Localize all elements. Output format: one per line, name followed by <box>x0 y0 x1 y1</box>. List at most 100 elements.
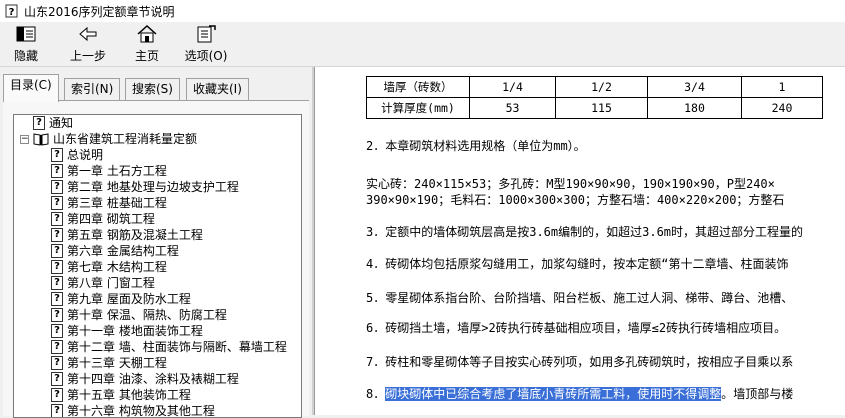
tree-item-chapter[interactable]: ? 第十四章 油漆、涂料及裱糊工程 <box>51 371 239 387</box>
tree-item-chapter[interactable]: ? 第十五章 其他装饰工程 <box>51 387 191 403</box>
tree-item-label: 通知 <box>49 116 74 130</box>
tree-item-chapter[interactable]: ? 第七章 木结构工程 <box>51 259 167 275</box>
paragraph-8-number: 8． <box>366 387 386 401</box>
help-topic-icon: ? <box>33 116 45 130</box>
tab-index[interactable]: 索引(N) <box>64 78 121 101</box>
tree-item-label: 第二章 地基处理与边坡支护工程 <box>67 180 239 194</box>
table-cell: 3/4 <box>647 76 742 98</box>
tree-item-label: 第十一章 楼地面装饰工程 <box>67 324 203 338</box>
tree-item-label: 第四章 砌筑工程 <box>67 212 155 226</box>
paragraph-2: 2．本章砌筑材料选用规格（单位为mm）。 <box>366 139 586 153</box>
tab-favorites[interactable]: 收藏夹(I) <box>186 78 249 101</box>
tree-item-label: 第十四章 油漆、涂料及裱糊工程 <box>67 372 239 386</box>
help-topic-icon: ? <box>51 308 63 322</box>
tree-item-label: 第十三章 天棚工程 <box>67 356 167 370</box>
tree-item-chapter[interactable]: ? 第十章 保温、隔热、防腐工程 <box>51 307 227 323</box>
hide-pane-icon <box>16 26 36 42</box>
help-topic-icon: ? <box>51 196 63 210</box>
open-book-icon <box>33 133 49 146</box>
tree-item-chapter[interactable]: ? 第十六章 构筑物及其他工程 <box>51 403 215 418</box>
help-app-icon: ? <box>5 4 18 18</box>
help-topic-icon: ? <box>51 340 63 354</box>
table-cell: 1/4 <box>469 76 556 98</box>
tree-item-label: 第十五章 其他装饰工程 <box>67 388 191 402</box>
help-topic-icon: ? <box>51 404 63 417</box>
back-arrow-icon <box>79 26 97 42</box>
back-label: 上一步 <box>69 49 106 63</box>
paragraph-spec-line2: 390×90×190；毛料石：1000×300×300；方整石墙：400×220… <box>366 193 785 207</box>
options-icon <box>197 25 216 43</box>
tree-item-label: 第九章 屋面及防水工程 <box>67 292 191 306</box>
tree-item-chapter[interactable]: ? 第三章 桩基础工程 <box>51 195 167 211</box>
tree-item-label: 第八章 门窗工程 <box>67 276 155 290</box>
tree-item-label: 第十六章 构筑物及其他工程 <box>67 404 215 418</box>
tree-item-chapter[interactable]: ? 总说明 <box>51 147 103 163</box>
title-bar: ? 山东2016序列定额章节说明 <box>0 0 845 22</box>
table-cell: 240 <box>741 97 823 119</box>
window-title: 山东2016序列定额章节说明 <box>24 4 175 19</box>
table-cell: 墙厚（砖数） <box>366 76 470 98</box>
tree-item-chapter[interactable]: ? 第五章 钢筋及混凝土工程 <box>51 227 203 243</box>
thickness-table: 墙厚（砖数） 1/4 1/2 3/4 1 计算厚度(mm) 53 115 180… <box>366 76 823 119</box>
tree-item-chapter[interactable]: ? 第四章 砌筑工程 <box>51 211 155 227</box>
help-topic-icon: ? <box>51 292 63 306</box>
home-label: 主页 <box>134 49 159 63</box>
help-topic-icon: ? <box>51 356 63 370</box>
tree-item-chapter[interactable]: ? 第十一章 楼地面装饰工程 <box>51 323 203 339</box>
paragraph-8: 8．砌块砌体中已综合考虑了墙底小青砖所需工料，使用时不得调整。墙顶部与楼 <box>366 385 793 403</box>
tree-item-chapter[interactable]: ? 第一章 土石方工程 <box>51 163 167 179</box>
tree-item-root[interactable]: 山东省建筑工程消耗量定额 <box>33 131 197 147</box>
tree-item-label: 第五章 钢筋及混凝土工程 <box>67 228 203 242</box>
help-topic-icon: ? <box>51 228 63 242</box>
help-topic-icon: ? <box>51 276 63 290</box>
tree-item-notice[interactable]: ? 通知 <box>33 115 73 131</box>
help-topic-icon: ? <box>51 180 63 194</box>
paragraph-4: 4．砖砌体均包括原浆勾缝用工，加浆勾缝时，按本定额“第十二章墙、柱面装饰 <box>366 257 789 271</box>
table-cell: 1 <box>741 76 823 98</box>
hide-button[interactable]: 隐藏 <box>8 24 44 64</box>
table-cell: 1/2 <box>555 76 648 98</box>
help-topic-icon: ? <box>51 372 63 386</box>
tab-panel: ? 通知 − 山东省建筑工程消耗量定额 ? 总说明? 第一章 土石方工程? 第二章 地… <box>3 100 309 418</box>
tree-item-chapter[interactable]: ? 第六章 金属结构工程 <box>51 243 179 259</box>
toolbar: 隐藏 上一步 主页 选项(O) <box>0 22 845 67</box>
tab-search[interactable]: 搜索(S) <box>125 78 180 101</box>
help-topic-icon: ? <box>51 164 63 178</box>
help-topic-icon: ? <box>51 324 63 338</box>
tree-item-chapter[interactable]: ? 第二章 地基处理与边坡支护工程 <box>51 179 239 195</box>
navigation-pane: 目录(C) 索引(N) 搜索(S) 收藏夹(I) ? 通知 − 山东省建筑工程消… <box>0 67 312 418</box>
tree-item-chapter[interactable]: ? 第八章 门窗工程 <box>51 275 155 291</box>
paragraph-6: 6．砖砌挡土墙，墙厚>2砖执行砖基础相应项目，墙厚≤2砖执行砖墙相应项目。 <box>366 321 787 335</box>
options-label: 选项(O) <box>184 49 228 63</box>
back-button[interactable]: 上一步 <box>66 24 110 64</box>
contents-tree[interactable]: ? 通知 − 山东省建筑工程消耗量定额 ? 总说明? 第一章 土石方工程? 第二章 地… <box>13 114 302 418</box>
content-pane[interactable]: 墙厚（砖数） 1/4 1/2 3/4 1 计算厚度(mm) 53 115 180… <box>314 67 845 415</box>
tree-item-label: 第六章 金属结构工程 <box>67 244 179 258</box>
tree-item-chapter[interactable]: ? 第九章 屋面及防水工程 <box>51 291 191 307</box>
options-button[interactable]: 选项(O) <box>182 24 230 64</box>
home-icon <box>137 24 157 43</box>
tab-contents[interactable]: 目录(C) <box>3 74 59 102</box>
tree-item-chapter[interactable]: ? 第十三章 天棚工程 <box>51 355 167 371</box>
paragraph-8-rest: 。墙顶部与楼 <box>721 387 794 401</box>
selected-text[interactable]: 砌块砌体中已综合考虑了墙底小青砖所需工料，使用时不得调整 <box>385 387 722 401</box>
home-button[interactable]: 主页 <box>130 24 164 64</box>
table-row: 计算厚度(mm) 53 115 180 240 <box>366 97 823 119</box>
table-row: 墙厚（砖数） 1/4 1/2 3/4 1 <box>366 76 823 98</box>
tree-item-label: 第十二章 墙、柱面装饰与隔断、幕墙工程 <box>67 340 287 354</box>
paragraph-7: 7．砖柱和零星砌体等子目按实心砖列项，如用多孔砖砌筑时，按相应子目乘以系 <box>366 355 794 369</box>
help-topic-icon: ? <box>51 244 63 258</box>
help-topic-icon: ? <box>51 212 63 226</box>
collapse-icon[interactable]: − <box>20 135 29 144</box>
svg-text:?: ? <box>9 7 15 18</box>
help-topic-icon: ? <box>51 148 63 162</box>
hide-label: 隐藏 <box>13 49 38 63</box>
paragraph-3: 3．定额中的墙体砌筑层高是按3.6m编制的，如超过3.6m时，其超过部分工程量的 <box>366 225 804 239</box>
tree-item-chapter[interactable]: ? 第十二章 墙、柱面装饰与隔断、幕墙工程 <box>51 339 287 355</box>
table-cell: 53 <box>469 97 556 119</box>
tree-item-label: 第七章 木结构工程 <box>67 260 167 274</box>
paragraph-5: 5．零星砌体系指台阶、台阶挡墙、阳台栏板、施工过人洞、梯带、蹲台、池槽、 <box>366 291 794 305</box>
tree-item-label: 第一章 土石方工程 <box>67 164 167 178</box>
help-topic-icon: ? <box>51 388 63 402</box>
table-cell: 115 <box>555 97 648 119</box>
